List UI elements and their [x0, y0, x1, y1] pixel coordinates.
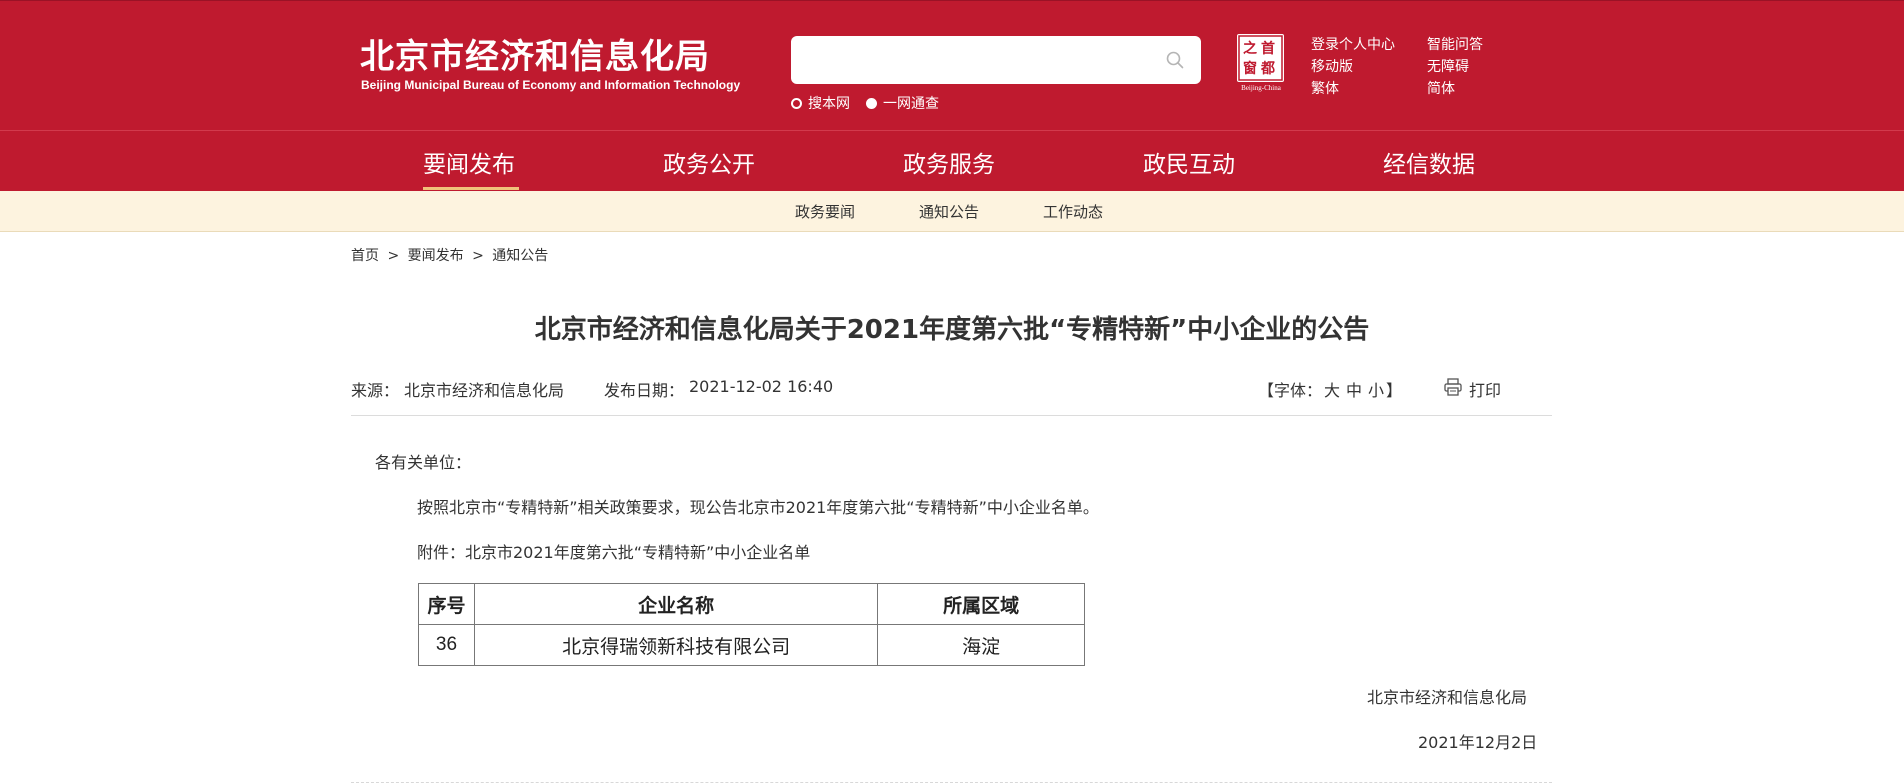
table-header-cell: 所属区域 [877, 583, 1085, 625]
radio-label: 一网通查 [883, 96, 939, 112]
meta-divider [351, 415, 1552, 416]
capital-logo-box: 之 首 窗 都 [1237, 34, 1284, 82]
nav-item-interaction[interactable]: 政民互动 [1143, 145, 1235, 179]
nav-active-indicator [423, 187, 519, 190]
publish-date: 2021-12-02 16:40 [689, 377, 834, 396]
subnav-item-notices[interactable]: 通知公告 [919, 201, 979, 222]
site-logo-subtitle[interactable]: Beijing Municipal Bureau of Economy and … [361, 78, 740, 92]
breadcrumb-notices[interactable]: 通知公告 [492, 248, 548, 264]
content-bottom-divider [351, 782, 1552, 783]
subnav-item-work-updates[interactable]: 工作动态 [1043, 201, 1103, 222]
printer-icon[interactable] [1443, 377, 1463, 397]
capital-logo-char: 首 [1261, 41, 1275, 57]
search-scope-radios: 搜本网 一网通查 [791, 93, 955, 113]
radio-checked-icon [866, 97, 877, 109]
nav-item-news[interactable]: 要闻发布 [423, 145, 515, 179]
breadcrumb-separator: > [472, 248, 484, 264]
subnav-item-gov-news[interactable]: 政务要闻 [795, 201, 855, 222]
attachment-line: 附件：北京市2021年度第六批“专精特新”中小企业名单 [417, 543, 811, 562]
radio-unchecked-icon [791, 97, 802, 109]
signature: 北京市经济和信息化局 [1367, 688, 1528, 707]
breadcrumb-separator: > [387, 248, 400, 264]
nav-item-gov-affairs[interactable]: 政务公开 [663, 145, 755, 179]
font-size-label: 【字体： [1258, 381, 1323, 400]
article-source: 北京市经济和信息化局 [404, 381, 565, 400]
search-input[interactable] [803, 44, 1143, 76]
article-title: 北京市经济和信息化局关于2021年度第六批“专精特新”中小企业的公告 [534, 315, 1370, 345]
table-row: 36 北京得瑞领新科技有限公司 海淀 [418, 624, 1085, 666]
date-label: 发布日期： [604, 381, 685, 400]
mobile-version-link[interactable]: 移动版 [1311, 56, 1353, 76]
nav-item-data[interactable]: 经信数据 [1383, 145, 1475, 179]
breadcrumb-home[interactable]: 首页 [351, 248, 379, 264]
radio-label: 搜本网 [808, 96, 850, 112]
source-label: 来源： [351, 381, 400, 400]
table-cell-district: 海淀 [877, 624, 1085, 666]
table-header-row: 序号 企业名称 所属区域 [418, 583, 1085, 625]
radio-site-search[interactable]: 搜本网 [791, 93, 850, 113]
table-header-cell: 序号 [418, 583, 475, 625]
radio-all-search[interactable]: 一网通查 [866, 93, 939, 113]
capital-logo-char: 之 [1243, 41, 1257, 57]
capital-window-logo[interactable]: 之 首 窗 都 Beijing-China [1233, 34, 1289, 94]
site-logo-title[interactable]: 北京市经济和信息化局 [360, 29, 710, 78]
font-size-large-button[interactable]: 大 [1324, 377, 1340, 401]
search-icon[interactable] [1165, 50, 1185, 70]
table-header-cell: 企业名称 [473, 583, 879, 625]
company-list-table: 序号 企业名称 所属区域 36 北京得瑞领新科技有限公司 海淀 [418, 583, 1085, 666]
capital-logo-en: Beijing-China [1241, 84, 1281, 92]
breadcrumb: 首页 > 要闻发布 > 通知公告 [351, 245, 552, 265]
table-cell-company: 北京得瑞领新科技有限公司 [473, 624, 879, 666]
accessibility-link[interactable]: 无障碍 [1427, 56, 1469, 76]
breadcrumb-news[interactable]: 要闻发布 [408, 248, 464, 264]
simplified-chinese-link[interactable]: 简体 [1427, 78, 1455, 98]
signature-date: 2021年12月2日 [1418, 733, 1538, 752]
nav-item-gov-services[interactable]: 政务服务 [903, 145, 995, 179]
sub-nav: 政务要闻 通知公告 工作动态 [0, 191, 1904, 232]
table-cell-number: 36 [418, 624, 475, 666]
font-size-medium-button[interactable]: 中 [1346, 377, 1362, 401]
font-size-small-button[interactable]: 小 [1368, 377, 1384, 401]
login-link[interactable]: 登录个人中心 [1311, 34, 1395, 54]
article-salutation: 各有关单位： [375, 453, 472, 472]
site-header: 北京市经济和信息化局 Beijing Municipal Bureau of E… [0, 0, 1904, 130]
traditional-chinese-link[interactable]: 繁体 [1311, 78, 1339, 98]
main-nav: 要闻发布 政务公开 政务服务 政民互动 经信数据 [0, 130, 1904, 191]
print-button[interactable]: 打印 [1469, 377, 1501, 401]
ai-qa-link[interactable]: 智能问答 [1427, 34, 1483, 54]
search-box [791, 36, 1201, 84]
capital-logo-char: 窗 [1243, 61, 1257, 77]
article-paragraph: 按照北京市“专精特新”相关政策要求，现公告北京市2021年度第六批“专精特新”中… [417, 498, 1099, 517]
font-size-label-close: 】 [1386, 381, 1403, 400]
capital-logo-char: 都 [1261, 61, 1275, 77]
